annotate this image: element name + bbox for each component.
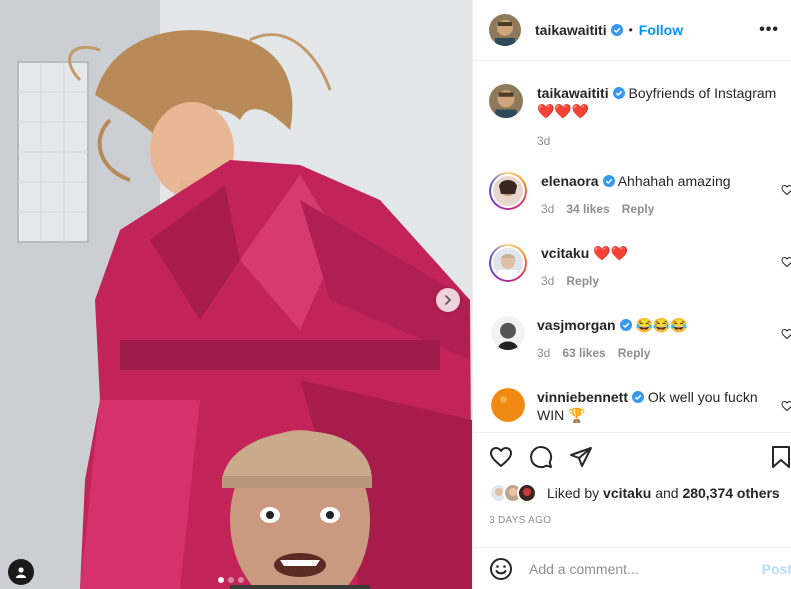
commenter-avatar[interactable] xyxy=(491,316,525,350)
heart-icon xyxy=(490,447,512,467)
comment-text: ❤️❤️ xyxy=(593,245,629,261)
commenter-avatar xyxy=(493,248,523,278)
caption-username[interactable]: taikawaititi xyxy=(537,85,609,101)
comments-list[interactable]: taikawaititi Boyfriends of Instagram ❤️❤… xyxy=(473,62,791,432)
comment-button[interactable] xyxy=(529,445,553,469)
post-side-panel: taikawaititi • Follow ••• taikawaititi B… xyxy=(472,0,791,589)
author-username[interactable]: taikawaititi xyxy=(535,22,607,38)
comment-likes[interactable]: 63 likes xyxy=(562,346,605,360)
verified-icon xyxy=(602,175,615,187)
caption-text: Boyfriends of Instagram xyxy=(628,85,777,101)
user-tag-icon xyxy=(16,567,26,578)
comment-item: vinniebennett Ok well you fuckn WIN 🏆 xyxy=(489,388,791,424)
tagged-users-button[interactable] xyxy=(8,559,34,585)
post-comment-button[interactable]: Post xyxy=(762,561,791,577)
comment-item: vcitaku ❤️❤️ 3d Reply xyxy=(489,244,791,288)
commenter-avatar[interactable] xyxy=(491,388,525,422)
save-button[interactable] xyxy=(770,445,791,469)
liker-avatar xyxy=(517,483,537,503)
caption-emojis: ❤️❤️❤️ xyxy=(537,103,590,119)
story-ring[interactable] xyxy=(489,244,527,282)
author-avatar[interactable] xyxy=(489,14,521,46)
caption-time[interactable]: 3d xyxy=(537,134,550,148)
commenter-username[interactable]: elenaora xyxy=(541,173,599,189)
comment-time[interactable]: 3d xyxy=(541,202,554,216)
reply-button[interactable]: Reply xyxy=(622,202,655,216)
carousel-dot xyxy=(228,577,234,583)
commenter-username[interactable]: vcitaku xyxy=(541,245,589,261)
emoji-button[interactable] xyxy=(489,557,513,581)
comment-time[interactable]: 3d xyxy=(537,346,550,360)
comment-text: 😂😂😂 xyxy=(635,317,688,333)
comment-composer: Post xyxy=(473,547,791,589)
reply-button[interactable]: Reply xyxy=(618,346,651,360)
commenter-avatar xyxy=(493,176,523,206)
comment-text: Ahhahah amazing xyxy=(617,173,731,189)
caption-author-avatar[interactable] xyxy=(489,84,523,118)
comment-time[interactable]: 3d xyxy=(541,274,554,288)
next-slide-button[interactable] xyxy=(436,288,460,312)
chevron-right-icon xyxy=(445,295,452,305)
post-actions: Liked by vcitaku and 280,374 others 3 DA… xyxy=(473,432,791,526)
comment-item: elenaora Ahhahah amazing 3d 34 likes Rep… xyxy=(489,172,791,216)
commenter-username[interactable]: vinniebennett xyxy=(537,389,628,405)
comment-like-heart-icon[interactable] xyxy=(781,328,791,340)
comment-like-heart-icon[interactable] xyxy=(781,256,791,268)
carousel-dot xyxy=(238,577,244,583)
carousel-dot xyxy=(218,577,224,583)
liked-by-summary: Liked by vcitaku and 280,374 others xyxy=(489,481,791,505)
story-ring[interactable] xyxy=(489,172,527,210)
comment-like-heart-icon[interactable] xyxy=(781,184,791,196)
like-button[interactable] xyxy=(489,445,513,469)
liker-avatars xyxy=(489,483,545,503)
comment-like-heart-icon[interactable] xyxy=(781,400,791,412)
header-separator: • xyxy=(628,23,633,37)
bookmark-icon xyxy=(772,446,790,468)
post-header: taikawaititi • Follow ••• xyxy=(473,0,791,61)
comment-item: vasjmorgan 😂😂😂 3d 63 likes Reply xyxy=(489,316,791,360)
post-date[interactable]: 3 DAYS AGO xyxy=(489,515,791,526)
verified-icon xyxy=(610,24,623,36)
comment-input[interactable] xyxy=(529,560,749,577)
comment-likes[interactable]: 34 likes xyxy=(566,202,609,216)
verified-icon xyxy=(632,391,645,403)
follow-button[interactable]: Follow xyxy=(639,22,683,38)
post-photo xyxy=(0,0,472,589)
carousel-indicator xyxy=(218,577,244,583)
liked-and-label: and xyxy=(655,485,679,501)
more-options-button[interactable]: ••• xyxy=(759,21,779,39)
emoji-icon xyxy=(490,557,512,580)
verified-icon xyxy=(612,87,625,99)
caption: taikawaititi Boyfriends of Instagram ❤️❤… xyxy=(489,84,791,148)
commenter-username[interactable]: vasjmorgan xyxy=(537,317,616,333)
share-icon xyxy=(570,447,592,467)
comment-icon xyxy=(530,446,553,469)
verified-icon xyxy=(619,319,632,331)
liked-by-others[interactable]: 280,374 others xyxy=(682,485,779,501)
liked-by-prefix: Liked by xyxy=(547,485,600,501)
liked-by-user[interactable]: vcitaku xyxy=(603,485,651,501)
post-media[interactable] xyxy=(0,0,472,589)
reply-button[interactable]: Reply xyxy=(566,274,599,288)
share-button[interactable] xyxy=(569,445,593,469)
